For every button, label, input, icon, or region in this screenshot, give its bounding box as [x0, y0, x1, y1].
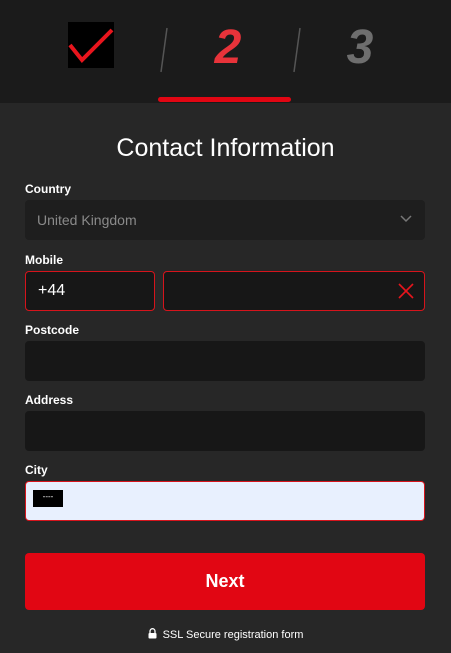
step-1-completed-checkmark-icon — [68, 22, 114, 68]
mobile-label: Mobile — [25, 253, 63, 267]
address-input[interactable] — [26, 412, 424, 450]
mobile-prefix-field[interactable]: +44 — [25, 271, 155, 311]
address-label: Address — [25, 393, 74, 407]
country-select[interactable]: United Kingdom — [25, 200, 425, 240]
step-2-indicator: 2 — [214, 21, 242, 74]
mobile-prefix-value: +44 — [38, 282, 66, 299]
step-divider — [291, 26, 303, 74]
country-selected-value: United Kingdom — [37, 212, 137, 228]
mobile-number-field[interactable] — [163, 271, 425, 311]
postcode-field[interactable] — [25, 341, 425, 381]
chevron-down-icon — [400, 215, 412, 223]
postcode-input[interactable] — [26, 342, 424, 380]
mobile-number-input[interactable] — [164, 272, 424, 310]
autofill-chip: ---- — [33, 490, 63, 507]
ssl-secure-text: SSL Secure registration form — [162, 629, 304, 641]
close-icon[interactable] — [398, 283, 414, 299]
step-divider — [158, 26, 170, 74]
lock-icon — [148, 628, 157, 639]
city-label: City — [25, 463, 48, 477]
address-field[interactable] — [25, 411, 425, 451]
step-3-indicator: 3 — [346, 21, 374, 74]
ssl-secure-note: SSL Secure registration form — [0, 628, 451, 641]
next-button[interactable]: Next — [25, 553, 425, 610]
city-field[interactable]: ---- — [25, 481, 425, 521]
country-label: Country — [25, 182, 71, 196]
registration-stepper: 2 3 — [0, 0, 451, 103]
postcode-label: Postcode — [25, 323, 80, 337]
active-step-underline — [158, 97, 291, 102]
page-title: Contact Information — [116, 134, 335, 162]
